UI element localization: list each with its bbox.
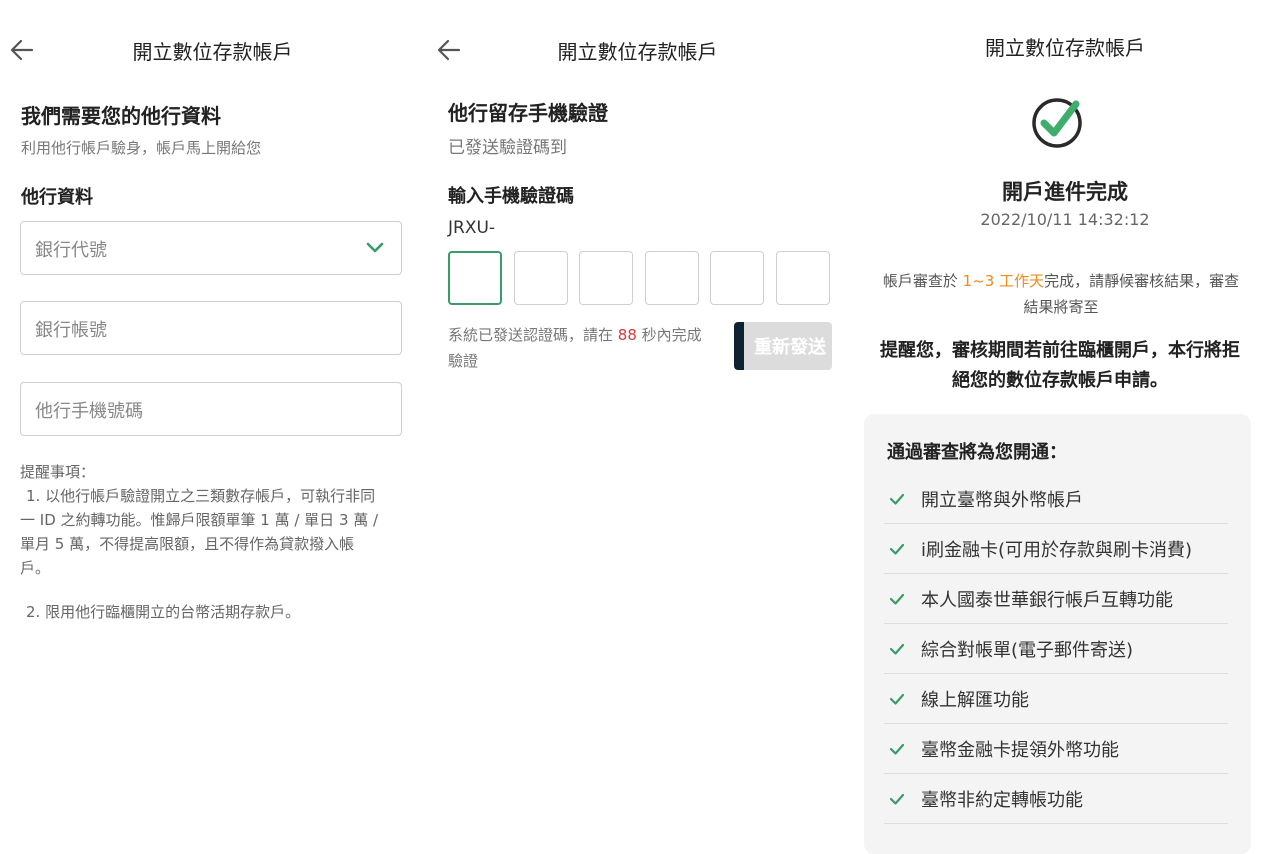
check-icon [889, 493, 905, 505]
feature-label: 臺幣非約定轉帳功能 [921, 790, 1083, 811]
page-title: 開立數位存款帳戶 [985, 36, 1145, 60]
features-title: 通過審查將為您開通： [887, 442, 1067, 463]
bank-account-placeholder: 銀行帳號 [35, 320, 107, 341]
feature-item: 臺幣非約定轉帳功能 [884, 774, 1228, 824]
check-icon [889, 743, 905, 755]
bank-code-select[interactable]: 銀行代號 [20, 221, 402, 275]
review-text-line-2: 結果將寄至 [1023, 298, 1099, 316]
features-box: 通過審查將為您開通： 開立臺幣與外幣帳戶 i刷金融卡(可用於存款與刷卡消費) 本人國… [864, 414, 1251, 854]
check-icon [889, 593, 905, 605]
feature-item: 臺幣金融卡提領外幣功能 [884, 724, 1228, 774]
feature-item: 本人國泰世華銀行帳戶互轉功能 [884, 574, 1228, 624]
otp-digit-box[interactable] [644, 251, 699, 305]
warning-line-2: 絕您的數位存款帳戶申請。 [952, 370, 1168, 391]
review-text-start: 帳戶審查於 [882, 272, 958, 290]
hint-text-start: 系統已發送認證碼，請在 [448, 326, 614, 344]
header: 開立數位存款帳戶 [425, 0, 850, 100]
hint-text-middle: 秒內完成 [641, 326, 702, 344]
countdown-seconds: 88 [617, 326, 637, 344]
feature-label: 綜合對帳單(電子郵件寄送) [921, 640, 1134, 661]
note-item-2: 2. 限用他行臨櫃開立的台幣活期存款戶。 [26, 603, 301, 621]
feature-label: 本人國泰世華銀行帳戶互轉功能 [921, 590, 1173, 611]
otp-digit-box[interactable] [513, 251, 568, 305]
check-icon [889, 793, 905, 805]
code-prefix: JRXU- [448, 218, 496, 238]
check-icon [889, 543, 905, 555]
section-subheading: 利用他行帳戶驗身，帳戶馬上開給您 [21, 139, 262, 157]
completion-timestamp: 2022/10/11 14:32:12 [980, 210, 1150, 229]
review-text-end: 完成，請靜候審核結果，審查 [1044, 272, 1240, 290]
review-days: 1~3 工作天 [962, 272, 1045, 290]
otp-digit-box[interactable] [579, 251, 633, 305]
warning-line-1: 提醒您，審核期間若前往臨櫃開戶，本行將拒 [880, 340, 1240, 361]
branch-warning: 提醒您，審核期間若前往臨櫃開戶，本行將拒 絕您的數位存款帳戶申請。 [864, 336, 1256, 396]
chevron-down-icon [366, 242, 384, 253]
feature-item: 開立臺幣與外幣帳戶 [884, 474, 1228, 524]
success-check-icon [1032, 98, 1082, 148]
note-item-1-line-2: 一 ID 之約轉功能。惟歸戶限額單筆 1 萬 / 單日 3 萬 / [20, 511, 379, 529]
feature-item: 綜合對帳單(電子郵件寄送) [884, 624, 1228, 674]
mobile-number-placeholder: 他行手機號碼 [35, 401, 143, 422]
page-title: 開立數位存款帳戶 [132, 40, 293, 64]
other-bank-label: 他行資料 [21, 187, 93, 208]
header: 開立數位存款帳戶 [0, 0, 425, 100]
bank-account-input[interactable]: 銀行帳號 [20, 301, 402, 355]
notes: 提醒事項： 1. 以他行帳戶驗證開立之三類數存帳戶，可執行非同 一 ID 之約轉… [20, 460, 400, 624]
feature-item: i刷金融卡(可用於存款與刷卡消費) [884, 524, 1228, 574]
completion-title: 開戶進件完成 [1002, 180, 1128, 204]
resend-button[interactable]: 重新發送 [734, 322, 832, 370]
bank-code-placeholder: 銀行代號 [35, 240, 107, 261]
countdown-hint: 系統已發送認證碼，請在 88 秒內完成 驗證 [448, 322, 728, 374]
check-icon [889, 693, 905, 705]
application-complete-screen: 開立數位存款帳戶 開戶進件完成 2022/10/11 14:32:12 帳戶審查… [850, 0, 1280, 854]
page-title: 開立數位存款帳戶 [557, 40, 718, 64]
otp-digit-box[interactable] [710, 251, 764, 305]
feature-label: i刷金融卡(可用於存款與刷卡消費) [921, 540, 1193, 561]
sms-verification-screen: 開立數位存款帳戶 他行留存手機驗證 已發送驗證碼到 輸入手機驗證碼 JRXU- … [425, 0, 850, 822]
check-icon [889, 643, 905, 655]
review-info: 帳戶審查於 1~3 工作天完成，請靜候審核結果，審查 結果將寄至 [866, 268, 1256, 320]
notes-title: 提醒事項： [20, 463, 96, 481]
header: 開立數位存款帳戶 [850, 0, 1280, 100]
feature-item: 線上解匯功能 [884, 674, 1228, 724]
hint-text-end: 驗證 [448, 352, 479, 370]
section-heading: 我們需要您的他行資料 [21, 104, 221, 128]
otp-digit-box[interactable] [775, 251, 830, 305]
note-item-1-line-4: 戶。 [20, 559, 51, 577]
bank-info-screen: 開立數位存款帳戶 我們需要您的他行資料 利用他行帳戶驗身，帳戶馬上開給您 他行資… [0, 0, 425, 822]
mobile-number-input[interactable]: 他行手機號碼 [20, 382, 402, 436]
feature-label: 開立臺幣與外幣帳戶 [921, 490, 1083, 511]
feature-label: 線上解匯功能 [921, 690, 1029, 711]
section-subheading: 已發送驗證碼到 [448, 138, 567, 158]
code-heading: 輸入手機驗證碼 [448, 186, 574, 207]
note-item-1-line-1: 1. 以他行帳戶驗證開立之三類數存帳戶，可執行非同 [26, 487, 376, 505]
feature-label: 臺幣金融卡提領外幣功能 [921, 740, 1119, 761]
section-heading: 他行留存手機驗證 [448, 101, 608, 125]
otp-digit-box[interactable] [448, 251, 502, 305]
note-item-1-line-3: 單月 5 萬，不得提高限額，且不得作為貸款撥入帳 [20, 535, 355, 553]
